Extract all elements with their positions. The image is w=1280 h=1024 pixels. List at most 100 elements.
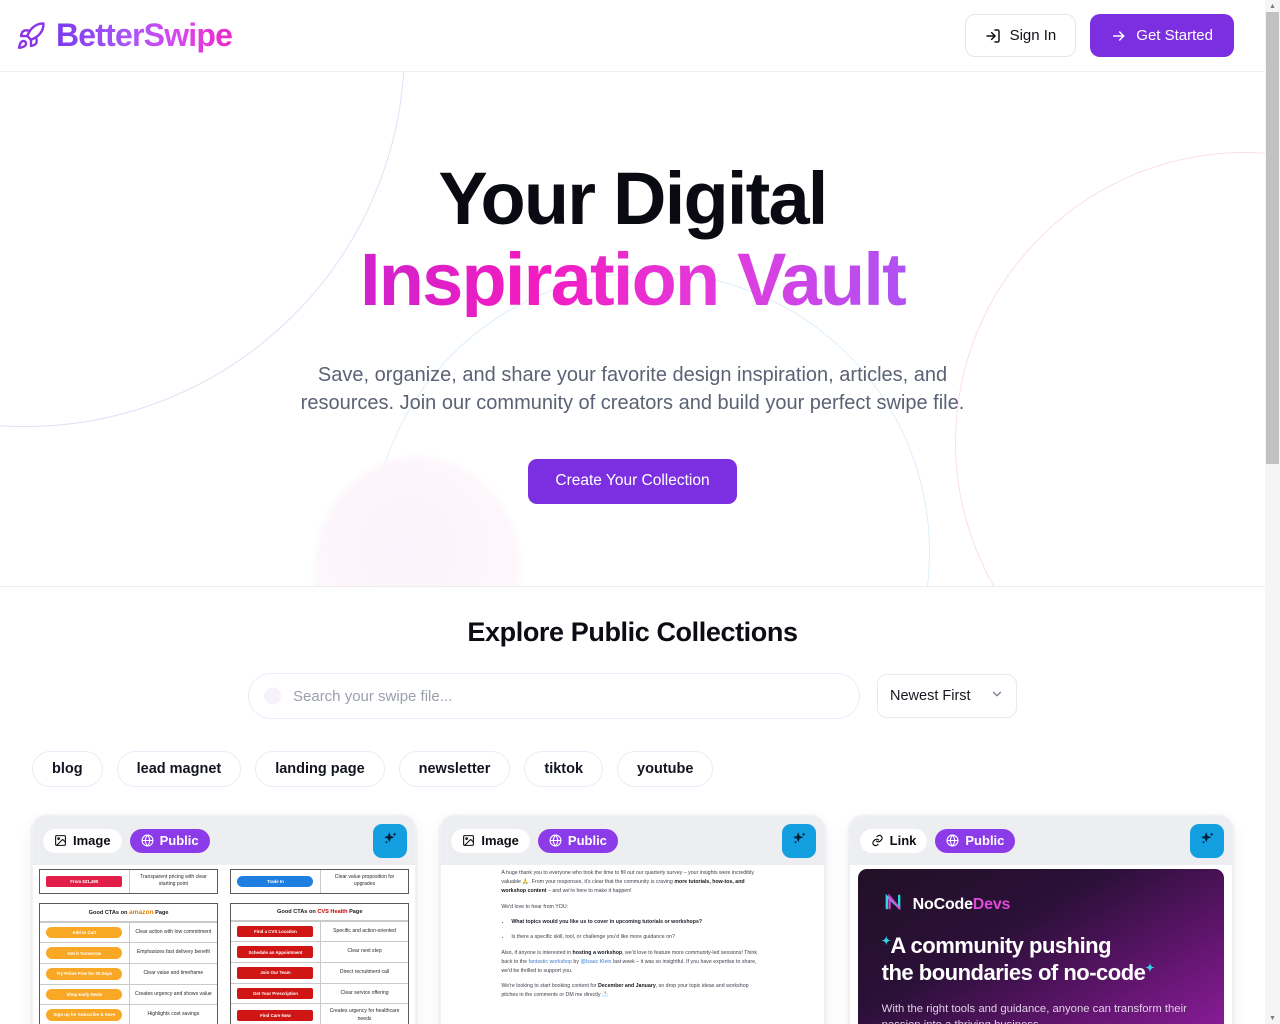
status-badge-type: Link bbox=[859, 828, 928, 853]
cta-table-heading: Good CTAs on amazon Page bbox=[40, 904, 218, 922]
tag-youtube[interactable]: youtube bbox=[617, 751, 714, 787]
cta-button-label: Try Prime Free for 30 Days bbox=[46, 967, 123, 980]
newsletter-preview: A huge thank you to everyone who took th… bbox=[441, 865, 823, 1000]
newsletter-paragraph-2: We'd love to hear from YOU: bbox=[501, 903, 569, 910]
cta-button-label: Add to Cart bbox=[46, 926, 123, 939]
tag-newsletter[interactable]: newsletter bbox=[398, 751, 511, 787]
table-row: Trade In Clear value proposition for upg… bbox=[231, 870, 408, 893]
tag-lead-magnet[interactable]: lead magnet bbox=[116, 751, 242, 787]
tag-tiktok[interactable]: tiktok bbox=[524, 751, 604, 787]
sort-dropdown[interactable]: Newest First bbox=[877, 674, 1017, 718]
cta-note: Clear value proposition for upgrades bbox=[319, 870, 409, 893]
sign-in-label: Sign In bbox=[1009, 27, 1057, 44]
news-p3b: hosting a workshop bbox=[572, 949, 623, 956]
newsletter-question-list: What topics would you like us to cover i… bbox=[511, 918, 763, 942]
cta-heading-suffix: Page bbox=[349, 908, 363, 915]
ai-sparkles-button[interactable] bbox=[1189, 823, 1224, 858]
ai-sparkles-button[interactable] bbox=[373, 823, 408, 858]
hero-title-line1: Your Digital bbox=[438, 157, 828, 240]
cta-note: Emphasizes fast delivery benefit bbox=[128, 943, 218, 963]
cta-box-top-right: Trade In Clear value proposition for upg… bbox=[230, 869, 410, 894]
card-preview: A huge thank you to everyone who took th… bbox=[441, 865, 824, 1024]
globe-icon bbox=[549, 834, 562, 847]
status-badge-type: Image bbox=[43, 828, 122, 853]
sign-in-button[interactable]: Sign In bbox=[964, 14, 1077, 57]
collection-card[interactable]: Image Public bbox=[440, 815, 825, 1024]
brand-logo[interactable]: BetterSwipe bbox=[16, 17, 233, 54]
promo-brand-b: Devs bbox=[972, 895, 1011, 913]
brand-name: BetterSwipe bbox=[56, 17, 233, 53]
hero-title-line2: Inspiration Vault bbox=[0, 243, 1265, 317]
cta-button-label: From $31,490 bbox=[46, 875, 123, 888]
cta-note: Clear action with low commitment bbox=[128, 922, 218, 943]
scroll-down-arrow[interactable]: ▼ bbox=[1265, 1012, 1280, 1024]
nocodedevs-logo-icon bbox=[882, 891, 904, 918]
promo-brand-name: NoCodeDevs bbox=[913, 896, 1011, 914]
newsletter-paragraph-3: Also, if anyone is interested in hosting… bbox=[501, 949, 763, 976]
site-header: BetterSwipe Sign In Get Started bbox=[0, 0, 1265, 72]
table-row: Shop Early Deals Creates urgency and sho… bbox=[40, 983, 218, 1005]
cta-heading-suffix: Page bbox=[155, 909, 169, 916]
cta-note: Specific and action-oriented bbox=[319, 921, 409, 942]
cta-note: Highlights cost savings bbox=[128, 1005, 218, 1024]
table-row: Get it Tomorrow Emphasizes fast delivery… bbox=[40, 942, 218, 963]
globe-icon bbox=[141, 834, 154, 847]
cta-button-label: Get it Tomorrow bbox=[46, 947, 123, 959]
tag-landing-page[interactable]: landing page bbox=[255, 751, 385, 787]
scroll-up-arrow[interactable]: ▲ bbox=[1265, 0, 1280, 12]
list-item: What topics would you like us to cover i… bbox=[511, 918, 763, 927]
news-link-workshop[interactable]: fantastic workshop bbox=[528, 959, 571, 965]
news-p1c: – and we're here to make it happen! bbox=[546, 888, 632, 895]
collections-section: Explore Public Collections Newest First … bbox=[0, 587, 1265, 1024]
vertical-scrollbar[interactable]: ▲ ▼ bbox=[1265, 0, 1280, 1024]
status-badge-visibility: Public bbox=[935, 828, 1016, 853]
tag-filter-list: blog lead magnet landing page newsletter… bbox=[0, 751, 1265, 787]
table-row: Sign up for Subscribe & Save Highlights … bbox=[40, 1004, 218, 1024]
page-root: BetterSwipe Sign In Get Started Your Dig… bbox=[0, 0, 1280, 1024]
card-toolbar: Link Public bbox=[849, 816, 1232, 865]
news-p4b: December and January bbox=[597, 983, 656, 990]
card-badges: Image Public bbox=[43, 828, 210, 853]
news-link-mention[interactable]: @Isaac Klein bbox=[580, 959, 611, 965]
cta-note: Direct recruitment call bbox=[319, 962, 409, 983]
badge-type-label: Link bbox=[889, 833, 917, 848]
amazon-logo-icon: amazon bbox=[128, 908, 154, 916]
collection-card[interactable]: Link Public NoCodeDevs ✦A community push… bbox=[848, 815, 1233, 1024]
promo-preview: NoCodeDevs ✦ A community pushing the boun… bbox=[857, 869, 1224, 1024]
tag-blog[interactable]: blog bbox=[32, 751, 103, 787]
cta-bottom-row: Good CTAs on amazon Page Add to Cart Cle… bbox=[39, 902, 410, 1024]
get-started-button[interactable]: Get Started bbox=[1090, 14, 1234, 57]
cta-button-label: Sign up for Subscribe & Save bbox=[46, 1009, 123, 1021]
collection-card[interactable]: Image Public bbox=[32, 815, 417, 1024]
table-row: Join Our Team Direct recruitment call bbox=[231, 961, 409, 983]
cta-button-label: Shop Early Deals bbox=[46, 988, 123, 1001]
promo-brand: NoCodeDevs bbox=[882, 891, 1202, 918]
image-icon bbox=[462, 834, 475, 847]
page-title: Explore Public Collections bbox=[467, 617, 798, 647]
search-input[interactable] bbox=[248, 673, 860, 719]
sparkle-accent-icon-2: ✦ bbox=[1145, 962, 1155, 975]
search-icon bbox=[264, 687, 281, 705]
ai-sparkles-button[interactable] bbox=[781, 823, 816, 858]
cta-table-amazon: Good CTAs on amazon Page Add to Cart Cle… bbox=[39, 902, 219, 1024]
search-wrapper bbox=[248, 673, 861, 719]
list-item: Is there a specific skill, tool, or chal… bbox=[511, 933, 763, 942]
newsletter-paragraph-1: A huge thank you to everyone who took th… bbox=[501, 869, 763, 896]
cta-button-cell: From $31,490 bbox=[40, 870, 129, 893]
cta-heading-prefix: Good CTAs on bbox=[277, 908, 316, 915]
hero-title: Your Digital Inspiration Vault bbox=[0, 162, 1265, 317]
table-row: From $31,490 Transparent pricing with cl… bbox=[40, 870, 217, 893]
card-badges: Image Public bbox=[451, 828, 618, 853]
cta-button-label: Find Care Now bbox=[237, 1009, 314, 1022]
cvs-logo-icon: CVS Health bbox=[317, 908, 348, 915]
create-collection-button[interactable]: Create Your Collection bbox=[528, 458, 737, 504]
cta-button-label: Schedule an Appointment bbox=[237, 946, 314, 958]
cta-table-cvs: Good CTAs on CVS Health Page Find a CVS … bbox=[230, 902, 410, 1024]
globe-icon bbox=[946, 834, 959, 847]
card-badges: Link Public bbox=[859, 828, 1016, 853]
scrollbar-thumb[interactable] bbox=[1266, 12, 1279, 464]
cta-table-heading: Good CTAs on CVS Health Page bbox=[231, 904, 409, 921]
sparkles-icon bbox=[790, 830, 808, 851]
cta-box-top-left: From $31,490 Transparent pricing with cl… bbox=[39, 869, 219, 894]
table-row: Try Prime Free for 30 Days Clear value a… bbox=[40, 962, 218, 984]
